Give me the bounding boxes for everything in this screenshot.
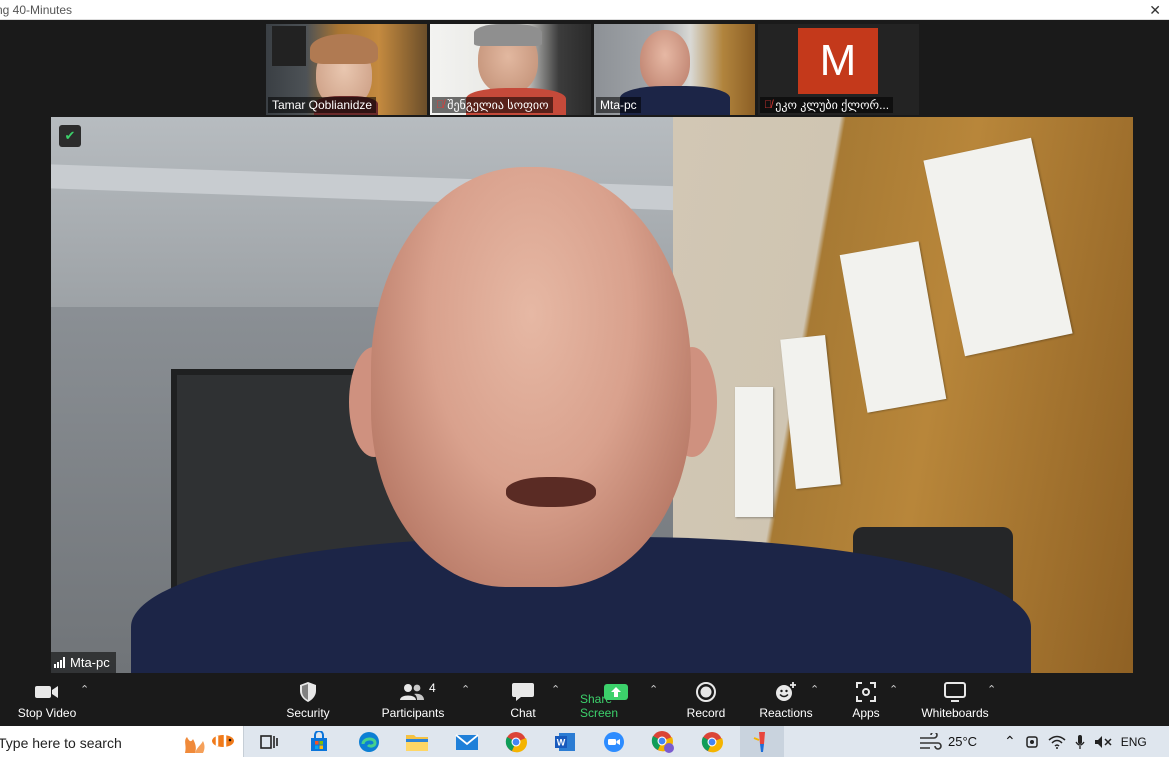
participant-name-label: Tamar Qoblianidze [268, 97, 377, 113]
whiteboard-icon [942, 681, 968, 703]
reactions-options-caret-icon[interactable]: ⌃ [810, 683, 819, 696]
taskbar-search-box[interactable]: Type here to search [0, 726, 244, 757]
participant-name-label: Mta-pc [596, 97, 641, 113]
window-title: ng 40-Minutes [0, 3, 73, 17]
system-tray: ⌃ ENG [1004, 726, 1147, 757]
participant-name-label: 🎙̸ შენგელია სოფიო [432, 97, 553, 113]
coral-reef-icon [185, 735, 234, 753]
mic-muted-icon: 🎙̸ [436, 99, 445, 111]
chrome-profile-icon[interactable] [650, 729, 676, 755]
zoom-meeting-window: ng 40-Minutes ✕ Tamar Qoblianidze 🎙̸ შენ… [0, 0, 1169, 757]
participants-count: 4 [429, 681, 436, 695]
whiteboards-options-caret-icon[interactable]: ⌃ [987, 683, 996, 696]
participant-thumbnails: Tamar Qoblianidze 🎙̸ შენგელია სოფიო Mta-… [266, 24, 919, 115]
close-icon[interactable]: ✕ [1149, 0, 1161, 20]
store-icon[interactable] [306, 729, 332, 755]
chrome-icon[interactable] [699, 729, 725, 755]
chat-button[interactable]: Chat [503, 675, 543, 726]
edge-icon[interactable] [356, 729, 382, 755]
weather-temperature: 25°C [948, 734, 978, 749]
participant-name-label: 🎙̸ ეკო კლუბი ქლორ... [760, 97, 894, 113]
participant-tile[interactable]: M 🎙̸ ეკო კლუბი ქლორ... [758, 24, 919, 115]
zoom-icon[interactable] [601, 729, 627, 755]
encryption-shield-icon[interactable]: ✔ [59, 125, 81, 147]
avatar: M [798, 28, 878, 94]
weather-widget[interactable]: 25°C [918, 726, 977, 757]
video-head [371, 167, 691, 587]
apps-options-caret-icon[interactable]: ⌃ [889, 683, 898, 696]
participant-tile[interactable]: Tamar Qoblianidze [266, 24, 427, 115]
windows-taskbar: Type here to search W 25°C ⌃ ENG [0, 726, 1169, 757]
wifi-icon[interactable] [1048, 735, 1066, 749]
mail-icon[interactable] [454, 729, 480, 755]
microphone-icon[interactable] [1075, 734, 1085, 750]
word-icon[interactable]: W [552, 729, 578, 755]
input-language[interactable]: ENG [1121, 735, 1147, 749]
whiteboards-button[interactable]: Whiteboards [918, 675, 992, 726]
video-camera-icon [34, 681, 60, 703]
signal-strength-icon [54, 657, 65, 668]
meet-now-icon[interactable] [1025, 734, 1039, 750]
share-options-caret-icon[interactable]: ⌃ [649, 683, 658, 696]
video-mouth [506, 477, 596, 507]
chrome-icon[interactable] [503, 729, 529, 755]
active-speaker-video: ✔ Mta-pc [51, 117, 1133, 673]
task-view-icon[interactable] [256, 729, 282, 755]
participants-options-caret-icon[interactable]: ⌃ [461, 683, 470, 696]
share-screen-icon [603, 681, 629, 703]
participants-button[interactable]: Participants [378, 675, 448, 726]
mic-muted-icon: 🎙̸ [764, 99, 773, 111]
title-bar: ng 40-Minutes ✕ [0, 0, 1169, 20]
video-options-caret-icon[interactable]: ⌃ [80, 683, 89, 696]
security-button[interactable]: Security [280, 675, 336, 726]
record-icon [693, 681, 719, 703]
chat-options-caret-icon[interactable]: ⌃ [551, 683, 560, 696]
svg-text:W: W [557, 738, 566, 748]
chat-bubble-icon [510, 681, 536, 703]
search-placeholder: Type here to search [0, 735, 122, 751]
apps-icon [853, 681, 879, 703]
file-explorer-icon[interactable] [404, 729, 430, 755]
show-hidden-icons-chevron-icon[interactable]: ⌃ [1004, 733, 1016, 750]
reactions-button[interactable]: Reactions [758, 675, 814, 726]
video-poster [735, 387, 773, 517]
speaker-name-tag: Mta-pc [51, 652, 116, 673]
apps-button[interactable]: Apps [848, 675, 884, 726]
participant-tile-active[interactable]: Mta-pc [594, 24, 755, 115]
smiley-plus-icon [773, 681, 799, 703]
stop-video-button[interactable]: Stop Video [14, 675, 80, 726]
shield-icon [295, 681, 321, 703]
speaker-muted-icon[interactable] [1094, 735, 1112, 749]
paint-icon[interactable] [740, 726, 784, 757]
wind-icon [920, 732, 942, 750]
share-screen-button[interactable]: Share Screen [580, 675, 652, 726]
participant-tile[interactable]: 🎙̸ შენგელია სოფიო [430, 24, 591, 115]
meeting-toolbar: Stop Video ⌃ Security Participants 4 ⌃ C… [0, 675, 1169, 726]
participants-icon [399, 681, 425, 703]
record-button[interactable]: Record [684, 675, 728, 726]
